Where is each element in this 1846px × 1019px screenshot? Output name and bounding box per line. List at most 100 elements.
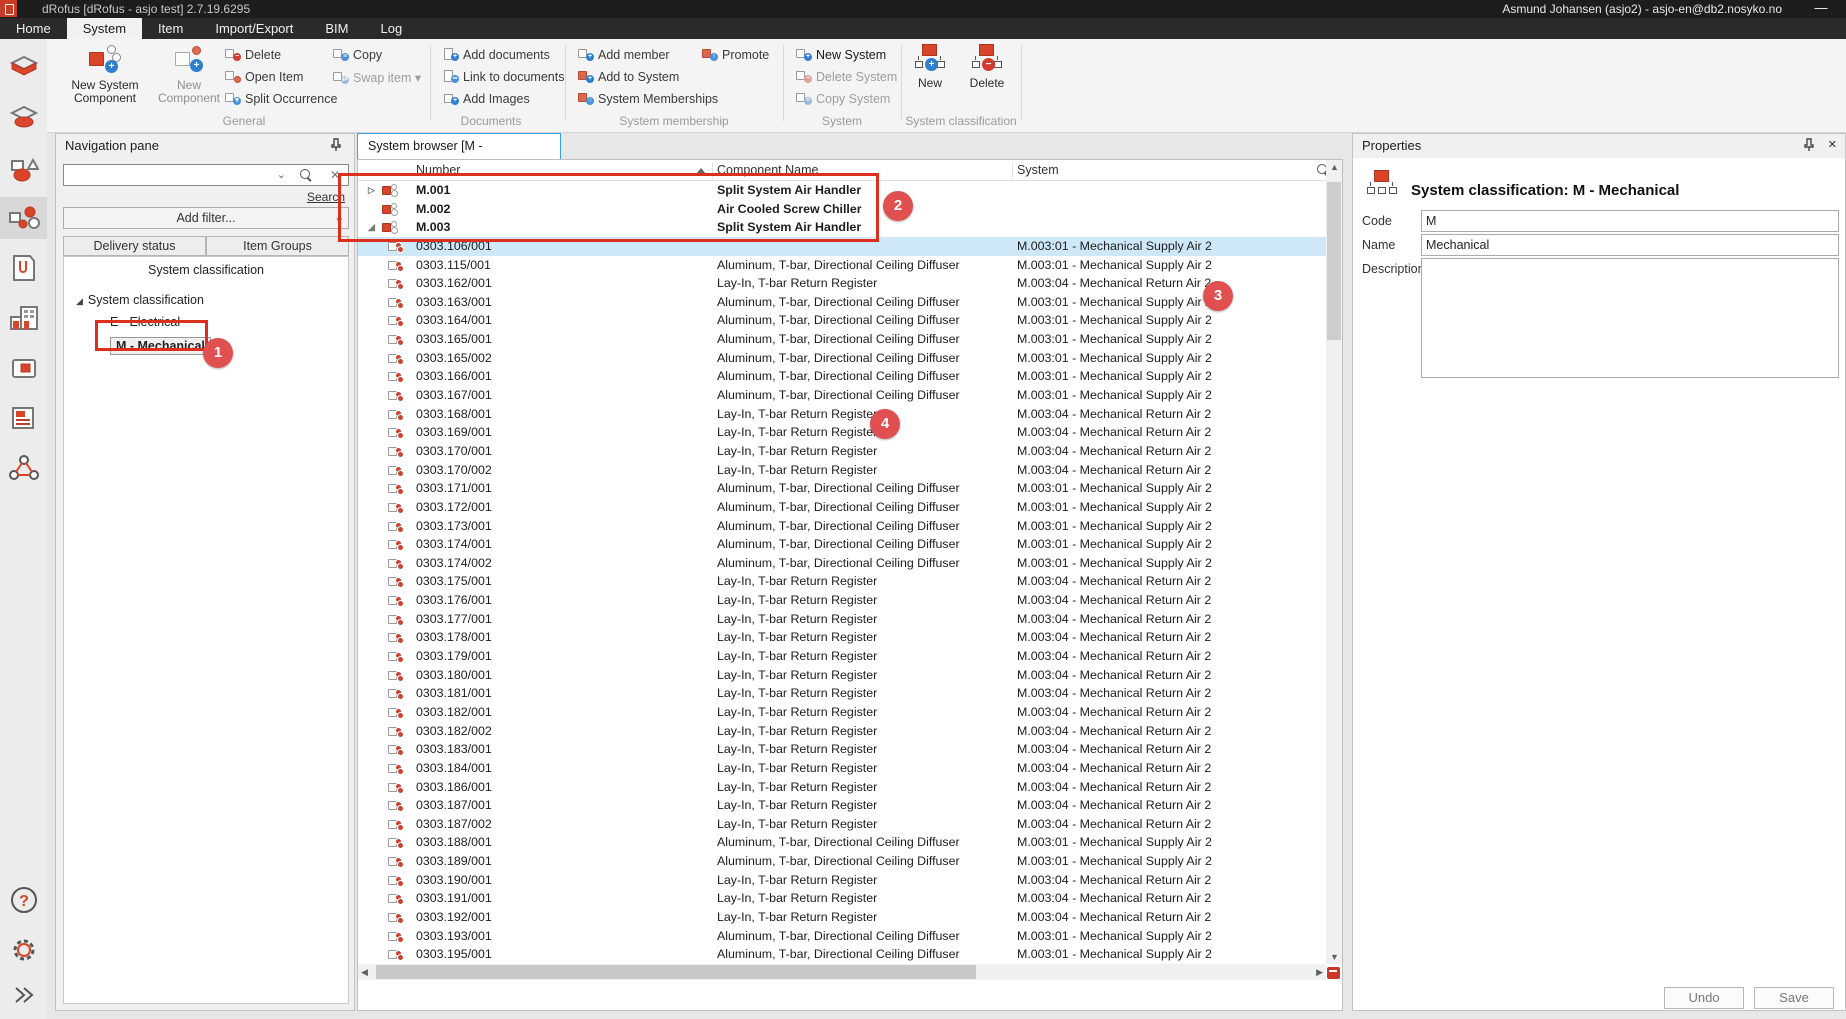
table-row[interactable]: 0303.176/001Lay-In, T-bar Return Registe… — [358, 591, 1326, 610]
sidebar-systems-icon[interactable] — [0, 197, 47, 239]
add-images-button[interactable]: +Add Images — [443, 92, 530, 108]
chevron-down-icon[interactable]: ⌄ — [277, 168, 286, 181]
column-header-system[interactable]: System — [1017, 163, 1059, 177]
sidebar-buildings-icon[interactable] — [0, 297, 47, 339]
table-row[interactable]: 0303.167/001Aluminum, T-bar, Directional… — [358, 386, 1326, 405]
close-properties-icon[interactable]: ✕ — [1828, 138, 1837, 151]
sidebar-items-icon[interactable] — [0, 149, 47, 191]
table-row[interactable]: 0303.188/001Aluminum, T-bar, Directional… — [358, 833, 1326, 852]
table-row[interactable]: 0303.191/001Lay-In, T-bar Return Registe… — [358, 889, 1326, 908]
add-filter-dropdown[interactable]: Add filter... ▾ — [63, 207, 349, 229]
pin-icon[interactable] — [1803, 138, 1817, 152]
search-icon[interactable] — [300, 169, 312, 181]
table-row[interactable]: 0303.170/001Lay-In, T-bar Return Registe… — [358, 442, 1326, 461]
table-row[interactable]: 0303.169/001Lay-In, T-bar Return Registe… — [358, 423, 1326, 442]
link-to-documents-button[interactable]: ∞Link to documents — [443, 70, 564, 86]
code-field[interactable] — [1421, 210, 1839, 232]
table-row[interactable]: 0303.184/001Lay-In, T-bar Return Registe… — [358, 759, 1326, 778]
table-row[interactable]: 0303.187/001Lay-In, T-bar Return Registe… — [358, 796, 1326, 815]
table-row[interactable]: 0303.179/001Lay-In, T-bar Return Registe… — [358, 647, 1326, 666]
new-system-button[interactable]: +New System — [796, 48, 886, 64]
system-memberships-button[interactable]: ○System Memberships — [578, 92, 718, 108]
table-row[interactable]: 0303.183/001Lay-In, T-bar Return Registe… — [358, 740, 1326, 759]
sidebar-expand-icon[interactable] — [0, 974, 47, 1016]
sidebar-packages-icon[interactable] — [0, 347, 47, 389]
sidebar-settings-icon[interactable] — [0, 929, 47, 971]
copy-button[interactable]: ≡Copy — [333, 48, 382, 64]
menu-tab-log[interactable]: Log — [364, 18, 418, 39]
table-row[interactable]: 0303.175/001Lay-In, T-bar Return Registe… — [358, 572, 1326, 591]
menu-tab-system[interactable]: System — [67, 18, 142, 39]
table-row[interactable]: 0303.193/001Aluminum, T-bar, Directional… — [358, 927, 1326, 946]
table-row[interactable]: 0303.178/001Lay-In, T-bar Return Registe… — [358, 628, 1326, 647]
table-row[interactable]: 0303.162/001Lay-In, T-bar Return Registe… — [358, 274, 1326, 293]
table-row[interactable]: 0303.115/001Aluminum, T-bar, Directional… — [358, 256, 1326, 275]
table-row[interactable]: 0303.168/001Lay-In, T-bar Return Registe… — [358, 405, 1326, 424]
classification-delete-button[interactable]: − Delete — [959, 44, 1015, 90]
save-button[interactable]: Save — [1754, 987, 1834, 1009]
vertical-scroll-thumb[interactable] — [1327, 182, 1341, 340]
minimize-button[interactable]: — — [1806, 0, 1836, 15]
table-row[interactable]: 0303.174/001Aluminum, T-bar, Directional… — [358, 535, 1326, 554]
table-row[interactable]: 0303.163/001Aluminum, T-bar, Directional… — [358, 293, 1326, 312]
delete-button[interactable]: −Delete — [225, 48, 281, 64]
open-item-button[interactable]: Open Item — [225, 70, 303, 86]
promote-button[interactable]: ↑Promote — [702, 48, 769, 64]
tab-item-groups[interactable]: Item Groups — [206, 236, 349, 256]
table-row[interactable]: 0303.174/002Aluminum, T-bar, Directional… — [358, 554, 1326, 573]
table-row[interactable]: 0303.164/001Aluminum, T-bar, Directional… — [358, 311, 1326, 330]
sidebar-reports-icon[interactable] — [0, 397, 47, 439]
menu-tab-home[interactable]: Home — [0, 18, 67, 39]
undo-button[interactable]: Undo — [1664, 987, 1744, 1009]
tree-node-root[interactable]: ◢System classification — [76, 293, 204, 307]
add-documents-button[interactable]: +Add documents — [443, 48, 550, 64]
add-member-button[interactable]: +Add member — [578, 48, 670, 64]
scroll-right-icon[interactable]: ▶ — [1316, 967, 1323, 978]
sidebar-rooms-icon[interactable] — [0, 47, 47, 89]
sidebar-help-icon[interactable]: ? — [0, 879, 47, 921]
description-field[interactable] — [1421, 258, 1839, 378]
table-row[interactable]: 0303.165/002Aluminum, T-bar, Directional… — [358, 349, 1326, 368]
tab-system-browser[interactable]: System browser [M - Mechanical]✕ — [357, 133, 561, 159]
search-input[interactable] — [66, 166, 281, 184]
horizontal-scrollbar[interactable]: ◀ ▶ — [358, 964, 1326, 980]
sidebar-room-data-icon[interactable] — [0, 97, 47, 139]
add-to-system-button[interactable]: +Add to System — [578, 70, 679, 86]
swap-item-button[interactable]: ⇄Swap item ▾ — [333, 70, 421, 86]
table-row[interactable]: 0303.190/001Lay-In, T-bar Return Registe… — [358, 871, 1326, 890]
sidebar-relations-icon[interactable] — [0, 447, 47, 489]
table-row[interactable]: 0303.192/001Lay-In, T-bar Return Registe… — [358, 908, 1326, 927]
table-row[interactable]: 0303.186/001Lay-In, T-bar Return Registe… — [358, 778, 1326, 797]
table-row[interactable]: 0303.170/002Lay-In, T-bar Return Registe… — [358, 461, 1326, 480]
table-row[interactable]: 0303.182/001Lay-In, T-bar Return Registe… — [358, 703, 1326, 722]
table-row[interactable]: 0303.165/001Aluminum, T-bar, Directional… — [358, 330, 1326, 349]
copy-system-button[interactable]: ≡Copy System — [796, 92, 890, 108]
vertical-scrollbar[interactable]: ▲ ▼ — [1326, 160, 1342, 964]
table-row[interactable]: 0303.181/001Lay-In, T-bar Return Registe… — [358, 684, 1326, 703]
expander-expanded-icon[interactable]: ◢ — [76, 296, 83, 306]
table-row[interactable]: 0303.180/001Lay-In, T-bar Return Registe… — [358, 666, 1326, 685]
table-row[interactable]: 0303.182/002Lay-In, T-bar Return Registe… — [358, 722, 1326, 741]
scroll-left-icon[interactable]: ◀ — [361, 967, 368, 978]
menu-tab-bim[interactable]: BIM — [309, 18, 364, 39]
table-row[interactable]: 0303.173/001Aluminum, T-bar, Directional… — [358, 517, 1326, 536]
new-system-component-button[interactable]: + New System Component — [68, 44, 142, 105]
scroll-up-icon[interactable]: ▲ — [1330, 162, 1339, 172]
new-component-button[interactable]: + New Component — [152, 44, 226, 105]
classification-new-button[interactable]: + New — [902, 44, 958, 90]
split-occurrence-button[interactable]: ▾Split Occurrence — [225, 92, 337, 108]
menu-tab-import-export[interactable]: Import/Export — [199, 18, 309, 39]
pin-icon[interactable] — [330, 138, 344, 152]
horizontal-scroll-thumb[interactable] — [376, 965, 976, 979]
menu-tab-item[interactable]: Item — [142, 18, 199, 39]
table-row[interactable]: 0303.177/001Lay-In, T-bar Return Registe… — [358, 610, 1326, 629]
table-row[interactable]: 0303.189/001Aluminum, T-bar, Directional… — [358, 852, 1326, 871]
table-row[interactable]: 0303.166/001Aluminum, T-bar, Directional… — [358, 367, 1326, 386]
name-field[interactable] — [1421, 234, 1839, 256]
table-row[interactable]: 0303.172/001Aluminum, T-bar, Directional… — [358, 498, 1326, 517]
table-row[interactable]: 0303.195/001Aluminum, T-bar, Directional… — [358, 945, 1326, 964]
scroll-down-icon[interactable]: ▼ — [1330, 952, 1339, 962]
table-row[interactable]: 0303.171/001Aluminum, T-bar, Directional… — [358, 479, 1326, 498]
delete-system-button[interactable]: −Delete System — [796, 70, 897, 86]
sidebar-documents-icon[interactable] — [0, 247, 47, 289]
